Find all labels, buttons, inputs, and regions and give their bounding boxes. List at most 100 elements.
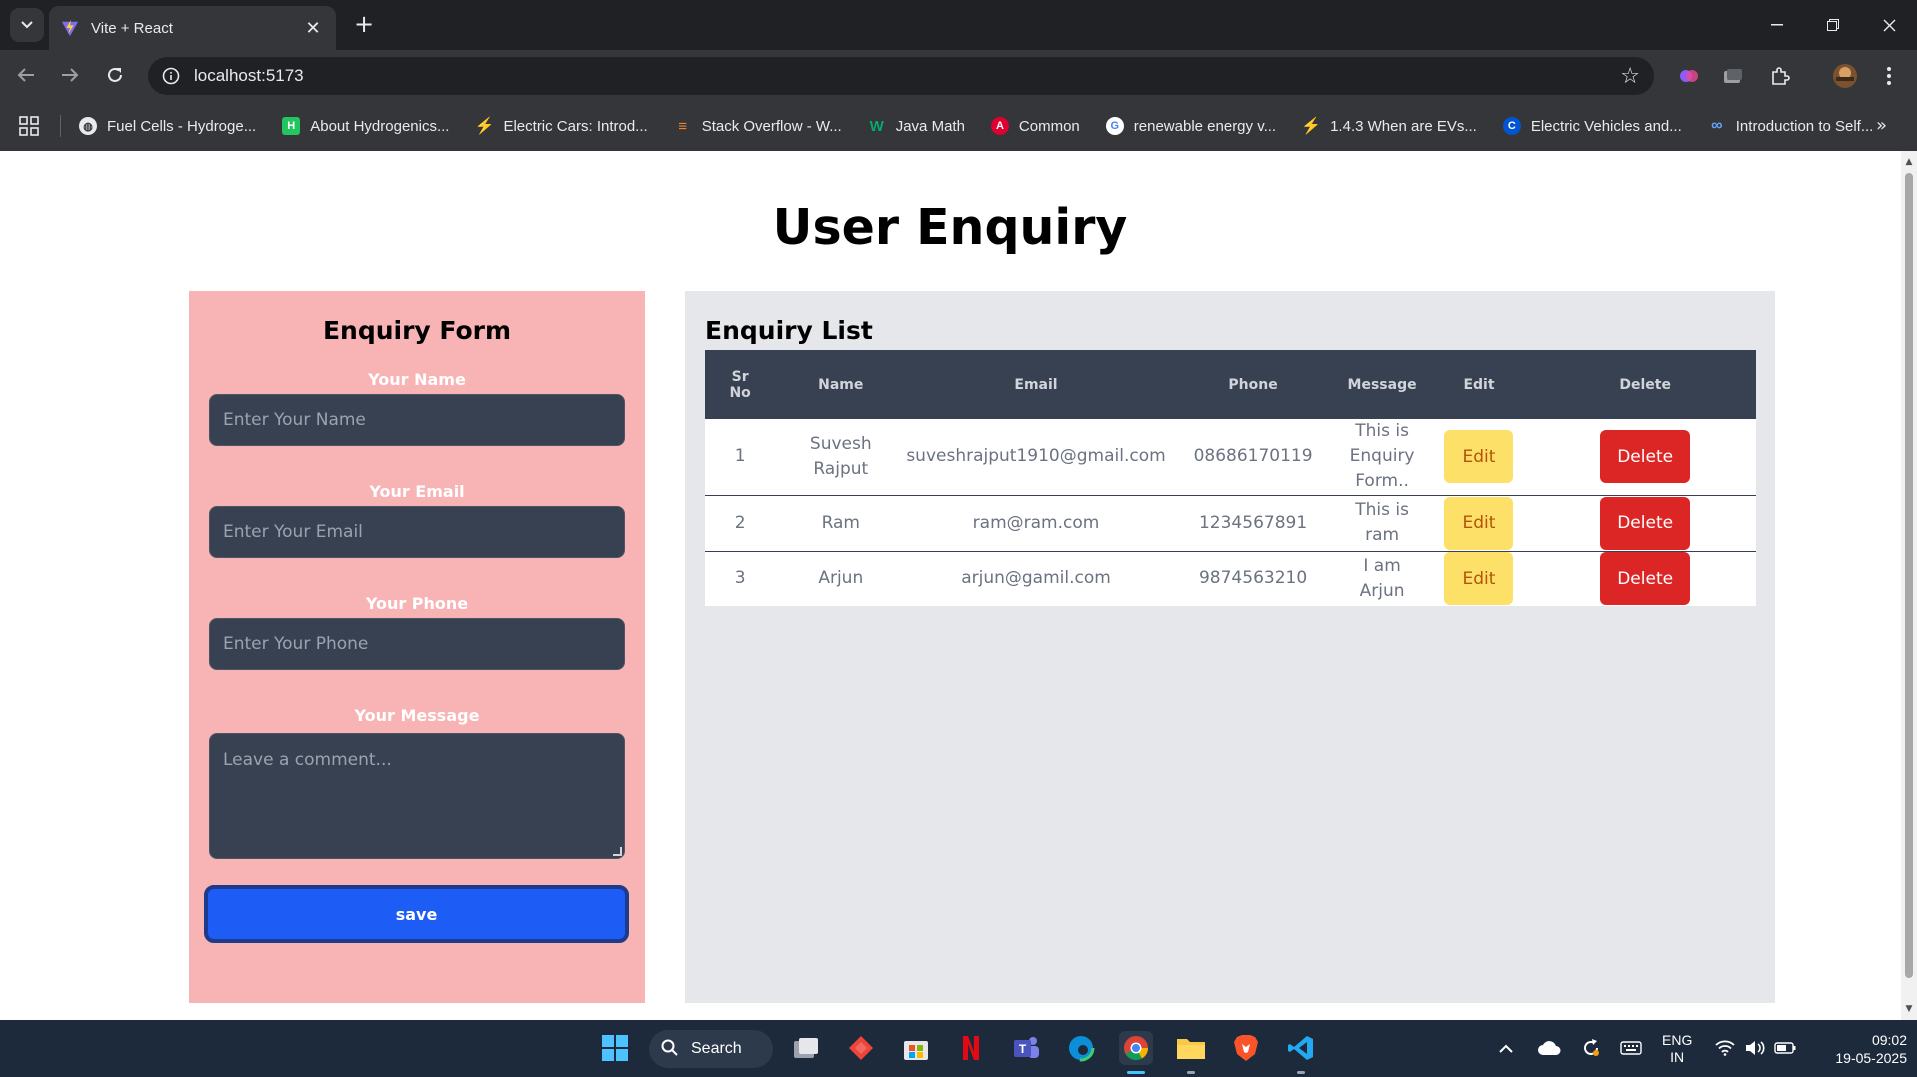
scroll-up-arrow-icon[interactable]: ▲	[1904, 157, 1914, 167]
cell-delete: Delete	[1534, 419, 1756, 496]
taskbar-search[interactable]: Search	[649, 1030, 773, 1068]
bookmark-star-icon[interactable]: ☆	[1620, 64, 1640, 89]
bookmark-item[interactable]: H About Hydrogenics...	[282, 117, 449, 135]
globe-icon: ◍	[79, 117, 97, 135]
bookmark-item[interactable]: ⚡ 1.4.3 When are EVs...	[1301, 117, 1477, 136]
scrollbar-thumb[interactable]	[1905, 173, 1913, 978]
search-icon	[661, 1039, 678, 1056]
tab-search-button[interactable]	[10, 8, 44, 42]
page-scrollbar[interactable]: ▲ ▼	[1901, 151, 1917, 1020]
vscode-icon[interactable]	[1284, 1031, 1318, 1065]
cell-name: Suvesh Rajput	[775, 419, 907, 496]
name-input[interactable]	[209, 394, 625, 446]
chrome-menu-icon[interactable]	[1876, 63, 1902, 89]
bookmark-item[interactable]: W Java Math	[868, 117, 965, 135]
address-bar[interactable]: localhost:5173 ☆	[148, 57, 1654, 95]
microsoft-store-icon[interactable]	[899, 1031, 933, 1065]
copilot-extension-icon[interactable]	[1676, 63, 1702, 89]
table-row: 1 Suvesh Rajput suveshrajput1910@gmail.co…	[705, 419, 1756, 496]
infinity-icon: ∞	[1711, 117, 1723, 134]
bookmark-item[interactable]: C Electric Vehicles and...	[1502, 117, 1682, 135]
forward-button[interactable]	[54, 59, 86, 91]
windows-start-icon[interactable]	[598, 1031, 632, 1065]
delete-button[interactable]: Delete	[1600, 430, 1691, 484]
vite-favicon-icon	[61, 19, 79, 37]
cell-email: ram@ram.com	[906, 495, 1166, 552]
window-controls	[1749, 0, 1917, 50]
chrome-icon[interactable]	[1119, 1031, 1153, 1065]
close-window-button[interactable]	[1861, 0, 1917, 50]
cell-email: suveshrajput1910@gmail.com	[906, 419, 1166, 496]
edit-button[interactable]: Edit	[1444, 430, 1514, 484]
more-bookmarks-icon[interactable]: »	[1876, 115, 1887, 136]
show-hidden-icons-chevron-icon[interactable]	[1494, 1031, 1518, 1065]
cell-phone: 08686170119	[1165, 419, 1341, 496]
battery-icon[interactable]	[1772, 1031, 1798, 1065]
netflix-icon[interactable]	[954, 1031, 988, 1065]
bookmark-item[interactable]: ⚡ Electric Cars: Introd...	[475, 117, 648, 136]
apps-grid-icon[interactable]	[18, 115, 40, 137]
volume-icon[interactable]	[1742, 1031, 1768, 1065]
onedrive-cloud-icon[interactable]	[1536, 1031, 1562, 1065]
cell-edit: Edit	[1423, 419, 1535, 496]
tab-title: Vite + React	[91, 19, 173, 37]
cell-message: I am Arjun	[1340, 551, 1424, 606]
url-text[interactable]: localhost:5173	[194, 66, 1620, 86]
file-explorer-icon[interactable]	[1174, 1031, 1208, 1065]
task-view-icon[interactable]	[789, 1031, 823, 1065]
bookmark-label: Common	[1018, 117, 1080, 135]
back-button[interactable]	[10, 59, 42, 91]
edge-icon[interactable]	[1064, 1031, 1098, 1065]
list-heading: Enquiry List	[705, 316, 873, 345]
cell-name: Ram	[775, 495, 907, 552]
bookmark-item[interactable]: G renewable energy v...	[1105, 117, 1276, 135]
bookmark-item[interactable]: A Common	[990, 117, 1080, 135]
bookmark-label: Electric Cars: Introd...	[503, 117, 648, 135]
cell-sr: 2	[705, 495, 776, 552]
back-arrow-icon	[17, 68, 34, 82]
windows-taskbar: Search T ENG IN 09:02 19-05-2025	[0, 1020, 1917, 1077]
tab-close-icon[interactable]: ✕	[302, 18, 324, 39]
cell-email: arjun@gamil.com	[906, 551, 1166, 606]
col-header-sr-no: Sr No	[705, 350, 776, 419]
tab-groups-icon[interactable]	[1720, 63, 1746, 89]
teams-icon[interactable]: T	[1009, 1031, 1043, 1065]
delete-button[interactable]: Delete	[1600, 496, 1691, 550]
anydesk-icon[interactable]	[844, 1031, 878, 1065]
brave-icon[interactable]	[1229, 1031, 1263, 1065]
new-tab-button[interactable]: +	[350, 10, 378, 38]
extensions-puzzle-icon[interactable]	[1767, 63, 1793, 89]
bookmark-item[interactable]: ◍ Fuel Cells - Hydroge...	[79, 117, 256, 135]
minimize-button[interactable]	[1749, 0, 1805, 50]
bookmarks-separator	[60, 115, 61, 137]
keyboard-icon[interactable]	[1618, 1031, 1644, 1065]
stackoverflow-icon: ≡	[678, 117, 688, 135]
bookmark-label: About Hydrogenics...	[310, 117, 450, 135]
restore-button[interactable]	[1805, 0, 1861, 50]
edit-button[interactable]: Edit	[1444, 496, 1514, 550]
wifi-icon[interactable]	[1712, 1031, 1738, 1065]
col-header-email: Email	[906, 350, 1166, 419]
delete-button[interactable]: Delete	[1600, 552, 1691, 606]
reload-button[interactable]	[99, 59, 131, 91]
message-textarea[interactable]	[209, 733, 625, 859]
coursera-icon: C	[1502, 117, 1521, 135]
chrome-running-indicator	[1127, 1071, 1145, 1074]
textarea-resize-handle[interactable]	[613, 847, 622, 856]
input-language-indicator[interactable]: ENG IN	[1662, 1032, 1692, 1066]
taskbar-clock[interactable]: 09:02 19-05-2025	[1815, 1031, 1907, 1067]
bookmark-item[interactable]: ≡ Stack Overflow - W...	[674, 117, 841, 135]
phone-input[interactable]	[209, 618, 625, 670]
page-title: User Enquiry	[772, 199, 1128, 256]
sync-icon[interactable]	[1578, 1031, 1604, 1065]
save-button[interactable]: save	[204, 885, 629, 943]
bookmark-item[interactable]: ∞ Introduction to Self...	[1708, 117, 1873, 135]
browser-tab-active[interactable]: Vite + React ✕	[49, 6, 336, 50]
site-info-icon[interactable]	[160, 65, 182, 87]
cell-sr: 3	[705, 551, 776, 606]
cell-delete: Delete	[1534, 495, 1756, 552]
email-input[interactable]	[209, 506, 625, 558]
profile-avatar[interactable]	[1832, 63, 1858, 89]
scroll-down-arrow-icon[interactable]: ▼	[1904, 1004, 1914, 1014]
edit-button[interactable]: Edit	[1444, 552, 1514, 606]
